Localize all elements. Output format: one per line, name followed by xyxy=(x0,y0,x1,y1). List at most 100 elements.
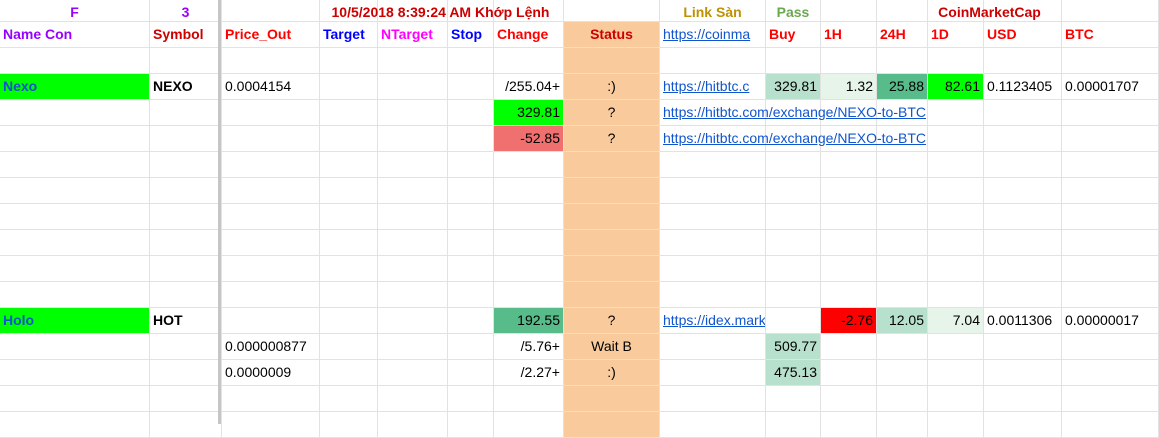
coin-name-nexo[interactable]: Nexo xyxy=(0,74,150,100)
col-header-name_con[interactable]: Name Con xyxy=(0,22,150,48)
grid-cell[interactable] xyxy=(378,256,448,282)
grid-cell[interactable] xyxy=(150,360,222,386)
grid-cell[interactable] xyxy=(1062,48,1159,74)
btc-nexo[interactable]: 0.00001707 xyxy=(1062,74,1159,100)
grid-cell[interactable] xyxy=(0,126,150,152)
grid-cell[interactable] xyxy=(0,178,150,204)
grid-cell[interactable] xyxy=(928,152,984,178)
grid-cell[interactable] xyxy=(320,282,378,308)
grid-cell[interactable] xyxy=(877,230,928,256)
grid-cell[interactable] xyxy=(1062,100,1159,126)
grid-cell[interactable] xyxy=(1062,412,1159,438)
grid-cell[interactable] xyxy=(766,152,821,178)
grid-cell[interactable] xyxy=(378,334,448,360)
grid-cell[interactable] xyxy=(0,152,150,178)
grid-cell[interactable] xyxy=(0,48,150,74)
grid-cell[interactable] xyxy=(928,386,984,412)
coin-name-holo[interactable]: Holo xyxy=(0,308,150,334)
col-header-usd[interactable]: USD xyxy=(984,22,1062,48)
grid-cell[interactable] xyxy=(1062,126,1159,152)
grid-cell[interactable] xyxy=(564,48,660,74)
grid-cell[interactable] xyxy=(928,126,984,152)
change-1d-holo[interactable]: 7.04 xyxy=(928,308,984,334)
grid-cell[interactable] xyxy=(766,308,821,334)
grid-cell[interactable] xyxy=(378,230,448,256)
grid-cell[interactable] xyxy=(0,412,150,438)
grid-cell[interactable] xyxy=(222,386,320,412)
exchange-link-nexo-sub2[interactable]: https://hitbtc.com/exchange/NEXO-to-BTC xyxy=(660,126,928,152)
col-header-stop[interactable]: Stop xyxy=(448,22,494,48)
header-count[interactable]: 3 xyxy=(150,0,222,22)
grid-cell[interactable] xyxy=(984,282,1062,308)
grid-cell[interactable] xyxy=(494,282,564,308)
grid-cell[interactable] xyxy=(0,256,150,282)
col-header-h1[interactable]: 1H xyxy=(821,22,877,48)
change-nexo-sub2[interactable]: -52.85 xyxy=(494,126,564,152)
grid-cell[interactable] xyxy=(448,126,494,152)
price-out-nexo[interactable]: 0.0004154 xyxy=(222,74,320,100)
change-1h-holo[interactable]: -2.76 xyxy=(821,308,877,334)
status-holo[interactable]: ? xyxy=(564,308,660,334)
grid-cell[interactable] xyxy=(0,230,150,256)
header-pass[interactable]: Pass xyxy=(766,0,821,22)
grid-cell[interactable] xyxy=(928,334,984,360)
grid-cell[interactable] xyxy=(984,152,1062,178)
grid-cell[interactable] xyxy=(660,412,766,438)
grid-cell[interactable] xyxy=(928,100,984,126)
grid-cell[interactable] xyxy=(222,282,320,308)
buy-nexo[interactable]: 329.81 xyxy=(766,74,821,100)
grid-cell[interactable] xyxy=(448,386,494,412)
grid-cell[interactable] xyxy=(984,48,1062,74)
grid-cell[interactable] xyxy=(928,412,984,438)
grid-cell[interactable] xyxy=(877,334,928,360)
grid-cell[interactable] xyxy=(984,126,1062,152)
grid-cell[interactable] xyxy=(877,360,928,386)
grid-cell[interactable] xyxy=(494,412,564,438)
symbol-holo[interactable]: HOT xyxy=(150,308,222,334)
grid-cell[interactable] xyxy=(378,152,448,178)
frozen-column-divider[interactable] xyxy=(218,0,221,424)
grid-cell[interactable] xyxy=(150,386,222,412)
grid-cell[interactable] xyxy=(928,178,984,204)
grid-cell[interactable] xyxy=(222,126,320,152)
grid-cell[interactable] xyxy=(378,100,448,126)
grid-cell[interactable] xyxy=(1062,230,1159,256)
grid-cell[interactable] xyxy=(660,178,766,204)
change-holo-sub1[interactable]: /5.76+ xyxy=(494,334,564,360)
grid-cell[interactable] xyxy=(0,204,150,230)
grid-cell[interactable] xyxy=(448,256,494,282)
grid-cell[interactable] xyxy=(1062,178,1159,204)
grid-cell[interactable] xyxy=(1062,256,1159,282)
header-f[interactable]: F xyxy=(0,0,150,22)
grid-cell[interactable] xyxy=(0,100,150,126)
change-24h-holo[interactable]: 12.05 xyxy=(877,308,928,334)
col-header-link[interactable]: https://coinma xyxy=(660,22,766,48)
grid-cell[interactable] xyxy=(222,256,320,282)
grid-cell[interactable] xyxy=(448,152,494,178)
price-out-holo-sub1[interactable]: 0.000000877 xyxy=(222,334,320,360)
grid-cell[interactable] xyxy=(494,48,564,74)
grid-cell[interactable] xyxy=(320,178,378,204)
change-1h-nexo[interactable]: 1.32 xyxy=(821,74,877,100)
grid-cell[interactable] xyxy=(660,256,766,282)
change-1d-nexo[interactable]: 82.61 xyxy=(928,74,984,100)
grid-cell[interactable] xyxy=(494,386,564,412)
header-link-san[interactable]: Link Sàn xyxy=(660,0,766,22)
grid-cell[interactable] xyxy=(877,48,928,74)
grid-cell[interactable] xyxy=(984,204,1062,230)
grid-cell[interactable] xyxy=(150,100,222,126)
grid-cell[interactable] xyxy=(984,386,1062,412)
grid-cell[interactable] xyxy=(660,386,766,412)
usd-holo[interactable]: 0.0011306 xyxy=(984,308,1062,334)
grid-cell[interactable] xyxy=(1062,386,1159,412)
grid-cell[interactable] xyxy=(984,360,1062,386)
grid-cell[interactable] xyxy=(0,334,150,360)
grid-cell[interactable] xyxy=(320,230,378,256)
grid-cell[interactable] xyxy=(150,230,222,256)
grid-cell[interactable] xyxy=(984,178,1062,204)
grid-cell[interactable] xyxy=(564,152,660,178)
grid-cell[interactable] xyxy=(378,308,448,334)
grid-cell[interactable] xyxy=(660,360,766,386)
grid-cell[interactable] xyxy=(984,334,1062,360)
grid-cell[interactable] xyxy=(0,360,150,386)
